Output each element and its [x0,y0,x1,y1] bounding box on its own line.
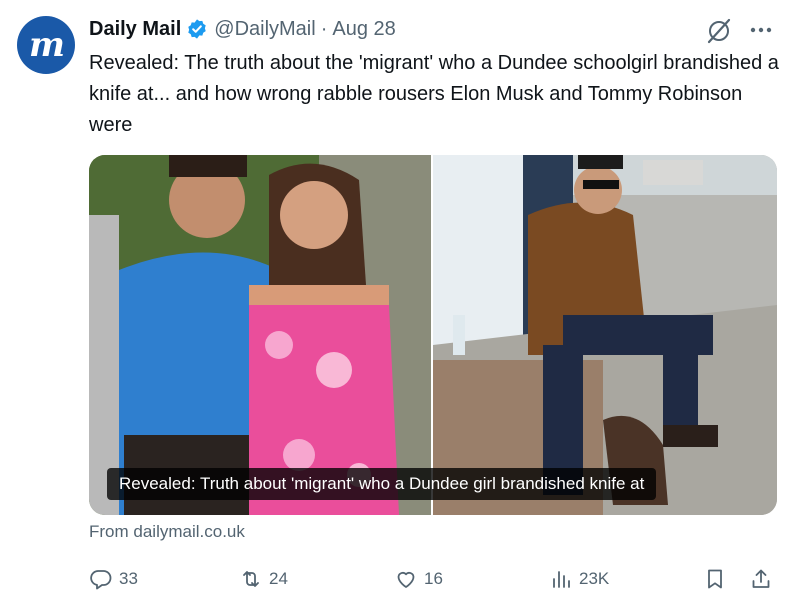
share-icon [752,569,770,588]
card-caption: Revealed: Truth about 'migrant' who a Du… [107,468,657,500]
tweet-text: Revealed: The truth about the 'migrant' … [89,52,779,136]
repost-count: 24 [269,569,288,588]
reply-count: 33 [119,569,138,588]
tweet-date[interactable]: Aug 28 [332,18,395,41]
more-options-icon[interactable] [747,20,775,40]
reply-icon [90,570,112,590]
analytics-icon [553,571,570,588]
avatar-logo: m [29,25,65,65]
share-button[interactable] [749,564,773,594]
link-card[interactable]: Revealed: Truth about 'migrant' who a Du… [89,155,777,515]
bookmark-icon [708,569,722,589]
account-handle[interactable]: @DailyMail [214,18,315,41]
man-with-dog-photo [433,155,777,515]
bookmark-button[interactable] [703,564,727,594]
couple-photo [89,155,431,515]
avatar[interactable]: m [17,16,75,74]
tweet-actions: 33 24 16 23K [89,564,779,594]
heart-icon [397,571,415,588]
tweet-header: Daily Mail @DailyMail · Aug 28 [89,14,396,44]
views-button[interactable]: 23K [549,564,609,594]
account-name[interactable]: Daily Mail [89,18,181,41]
like-count: 16 [424,569,443,588]
repost-icon [243,571,259,587]
grok-icon[interactable] [706,18,732,44]
tweet[interactable]: m Daily Mail @DailyMail · Aug 28 Reveale… [0,0,798,607]
like-button[interactable]: 16 [394,564,443,594]
view-count: 23K [579,569,610,588]
card-source-link[interactable]: From dailymail.co.uk [89,522,245,542]
reply-button[interactable]: 33 [89,564,138,594]
header-separator: · [320,17,328,40]
verified-badge-icon [188,19,206,39]
repost-button[interactable]: 24 [239,564,288,594]
